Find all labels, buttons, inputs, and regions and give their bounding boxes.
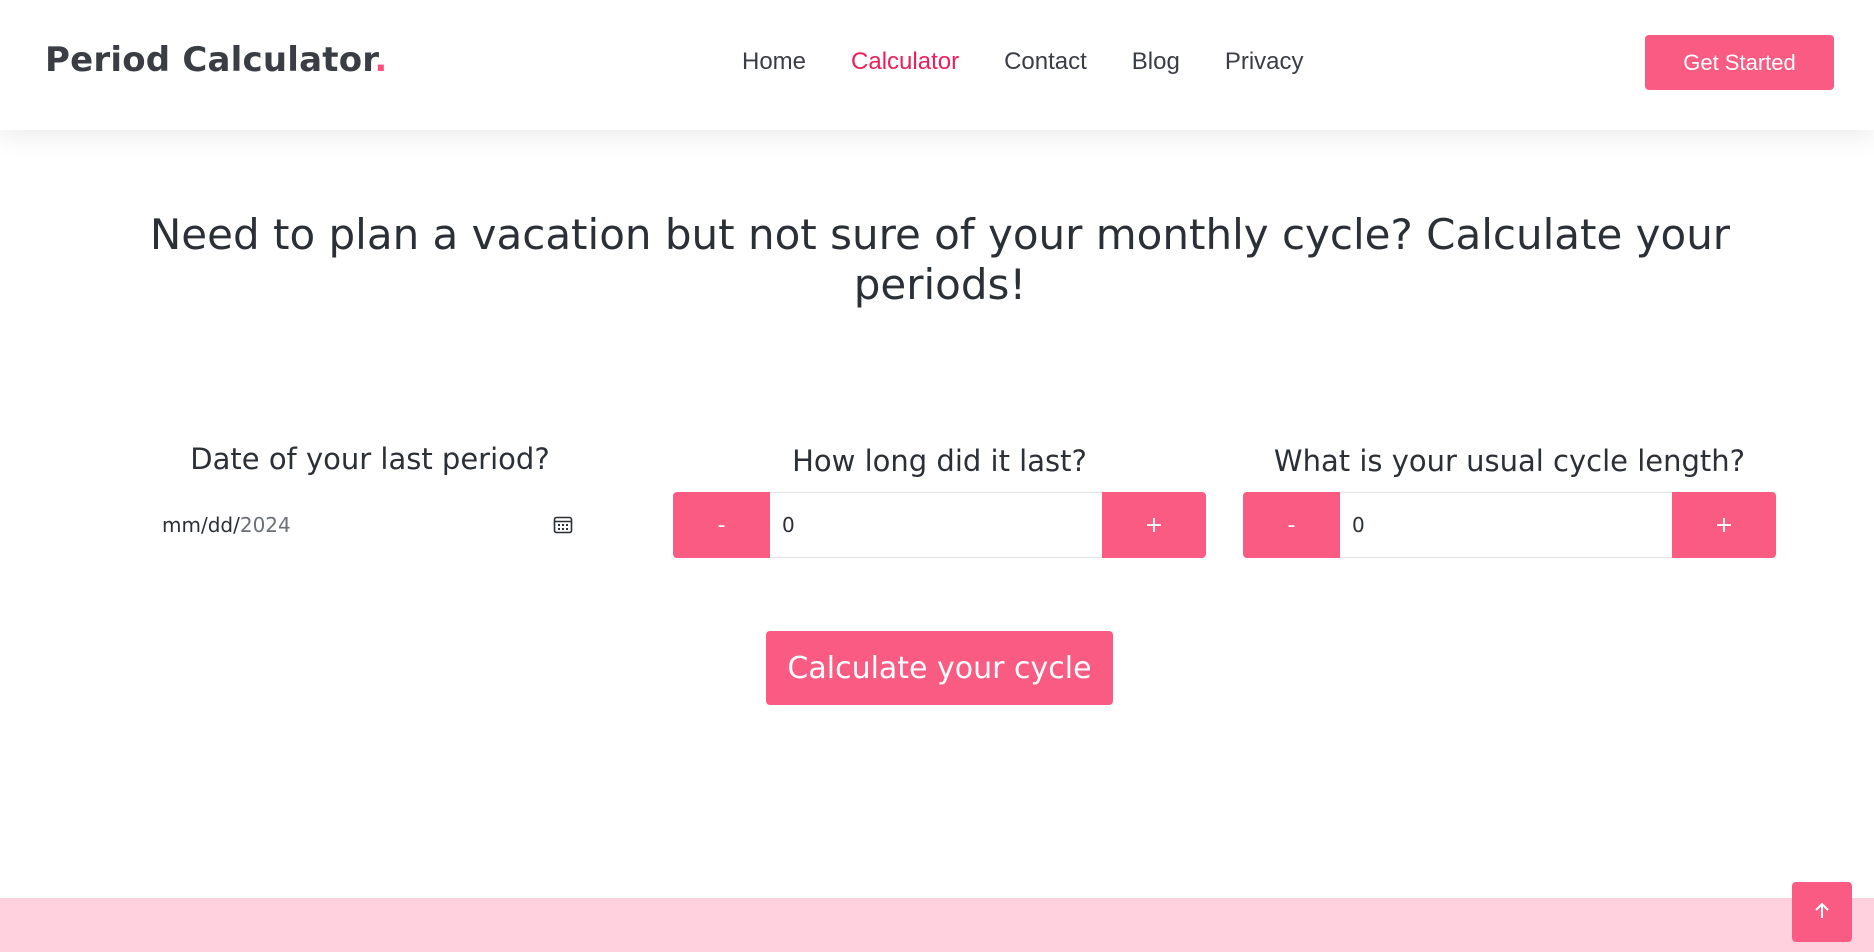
- brand-dot: .: [374, 40, 388, 80]
- cycle-decrement-button[interactable]: -: [1243, 492, 1340, 558]
- back-to-top-button[interactable]: [1792, 882, 1852, 942]
- nav-link-home[interactable]: Home: [742, 48, 806, 76]
- calculate-cycle-button[interactable]: Calculate your cycle: [766, 631, 1113, 705]
- footer-band: [0, 898, 1874, 952]
- page-title: Need to plan a vacation but not sure of …: [149, 210, 1731, 309]
- period-duration-label: How long did it last?: [792, 444, 1087, 478]
- site-header: Period Calculator. Home Calculator Conta…: [0, 0, 1874, 130]
- arrow-up-icon: [1811, 900, 1833, 925]
- period-duration-stepper: - +: [673, 492, 1206, 558]
- calendar-icon[interactable]: [552, 514, 574, 536]
- duration-increment-button[interactable]: +: [1102, 492, 1206, 558]
- brand-logo[interactable]: Period Calculator.: [45, 40, 388, 80]
- duration-input[interactable]: [770, 492, 1102, 558]
- date-format-placeholder: mm/dd/: [162, 513, 240, 537]
- get-started-button[interactable]: Get Started: [1645, 35, 1834, 90]
- nav-link-privacy[interactable]: Privacy: [1225, 48, 1304, 76]
- nav-link-blog[interactable]: Blog: [1132, 48, 1180, 76]
- last-period-date-input[interactable]: mm/dd/2024: [148, 492, 582, 558]
- brand-name: Period Calculator: [45, 40, 375, 80]
- cycle-length-input[interactable]: [1340, 492, 1672, 558]
- main-nav: Home Calculator Contact Blog Privacy: [742, 48, 1304, 76]
- last-period-date-label: Date of your last period?: [190, 442, 550, 476]
- cycle-length-label: What is your usual cycle length?: [1273, 444, 1746, 478]
- nav-link-calculator[interactable]: Calculator: [851, 48, 959, 76]
- duration-decrement-button[interactable]: -: [673, 492, 770, 558]
- cycle-increment-button[interactable]: +: [1672, 492, 1776, 558]
- date-year-value: 2024: [239, 513, 291, 537]
- cycle-length-stepper: - +: [1243, 492, 1776, 558]
- nav-link-contact[interactable]: Contact: [1004, 48, 1087, 76]
